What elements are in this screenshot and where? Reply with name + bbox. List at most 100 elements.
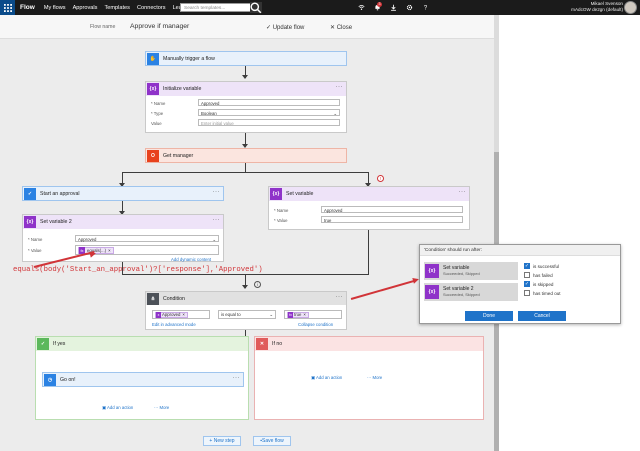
item-status: Succeeded, Skipped — [443, 292, 480, 297]
more-options-icon[interactable]: ··· — [336, 84, 344, 90]
variable-icon: {x} — [270, 188, 282, 200]
if-yes-branch: ✓ If yes ◷ Go on! ··· ▣ Add an action ··· … — [35, 336, 249, 420]
update-flow-button[interactable]: ✓ Update flow — [266, 24, 304, 31]
add-action-button[interactable]: ▣ Add an action — [311, 375, 342, 381]
dialog-title: 'Condition' should run after: — [420, 245, 620, 256]
clock-icon: ◷ — [44, 373, 56, 386]
run-after-item[interactable]: {x} Set variable Succeeded, Skipped — [424, 262, 518, 280]
name-label: * Name — [274, 208, 289, 213]
close-button[interactable]: ✕ Close — [330, 24, 352, 31]
set-variable-title: Set variable — [286, 191, 314, 197]
add-action-button[interactable]: ▣ Add an action — [102, 405, 133, 411]
value-field[interactable]: fx equals(...) × — [75, 245, 219, 255]
condition-left-field[interactable]: x Approved × — [152, 310, 210, 319]
flow-name-field[interactable]: Approve if manager — [130, 23, 189, 30]
start-approval-card[interactable]: ✓ Start an approval ··· — [22, 186, 224, 201]
operator-dropdown[interactable]: is equal to ⌄ — [218, 310, 276, 319]
option-has-timed-out[interactable]: has timed out — [524, 290, 561, 296]
function-icon: fx — [288, 311, 293, 318]
chevron-down-icon: ⌄ — [269, 311, 273, 317]
info-icon[interactable]: i — [254, 281, 261, 288]
option-has-failed[interactable]: has failed — [524, 272, 553, 278]
init-variable-title: Initialize variable — [163, 86, 202, 92]
more-options-icon[interactable]: ··· — [336, 294, 344, 300]
app-launcher-icon[interactable] — [0, 0, 15, 15]
option-is-successful[interactable]: ✓ is successful — [524, 263, 559, 269]
collapse-condition-link[interactable]: Collapse condition — [298, 322, 333, 327]
variable-icon: {x} — [425, 264, 439, 278]
variable-icon: {x} — [425, 285, 439, 299]
set-variable-2-card[interactable]: {x} Set variable 2 ··· * Name Approved ⌄ *… — [22, 214, 224, 262]
type-dropdown[interactable]: Boolean ⌄ — [198, 109, 340, 116]
more-options-icon[interactable]: ··· — [213, 217, 221, 223]
go-on-card[interactable]: ◷ Go on! ··· — [42, 372, 244, 387]
name-label: * Name — [28, 237, 43, 242]
more-options-icon[interactable]: ··· — [213, 189, 221, 195]
close-icon[interactable]: × — [108, 248, 111, 253]
hand-icon: ✋ — [147, 52, 159, 65]
cancel-button[interactable]: Cancel — [518, 311, 566, 321]
set-variable-2-title: Set variable 2 — [40, 219, 72, 225]
checkbox-icon[interactable] — [524, 272, 530, 278]
close-icon[interactable]: × — [182, 312, 185, 317]
wifi-icon[interactable] — [354, 0, 368, 15]
add-dynamic-content-link[interactable]: Add dynamic content — [171, 257, 211, 262]
help-icon[interactable]: ? — [418, 0, 432, 15]
checkbox-checked-icon[interactable]: ✓ — [524, 281, 530, 287]
value-label: * Value — [274, 218, 288, 223]
arrow-down-icon — [242, 285, 248, 289]
edit-advanced-mode-link[interactable]: Edit in advanced mode — [152, 322, 196, 327]
download-icon[interactable] — [386, 0, 400, 15]
initialize-variable-card[interactable]: {x} Initialize variable ··· * Name Approv… — [145, 81, 347, 133]
nav-templates[interactable]: Templates — [104, 5, 130, 11]
done-button[interactable]: Done — [465, 311, 513, 321]
user-info[interactable]: Mikael Svenson mAdcOW de2gn (default) — [523, 1, 623, 13]
get-manager-card[interactable]: O Get manager — [145, 148, 347, 163]
item-status: Succeeded, Skipped — [443, 271, 480, 276]
nav-my-flows[interactable]: My flows — [44, 5, 66, 11]
name-dropdown[interactable]: Approved ⌄ — [75, 235, 219, 242]
search-icon[interactable] — [250, 1, 262, 13]
close-icon[interactable]: × — [303, 312, 306, 317]
nav-connectors[interactable]: Connectors — [137, 5, 166, 11]
condition-right-field[interactable]: fx true × — [284, 310, 342, 319]
close-icon: ✕ — [330, 24, 337, 31]
type-label: * Type — [151, 111, 164, 116]
flow-name-label: Flow name — [90, 24, 116, 30]
value-field[interactable]: true — [321, 216, 463, 223]
name-dropdown[interactable]: Approved — [321, 206, 463, 213]
save-flow-button[interactable]: ▪ Save flow — [253, 436, 291, 446]
if-no-title: If no — [272, 341, 283, 347]
trigger-card[interactable]: ✋ Manually trigger a flow — [145, 51, 347, 66]
option-is-skipped[interactable]: ✓ is skipped — [524, 281, 553, 287]
more-options-icon[interactable]: ··· — [459, 189, 467, 195]
more-button[interactable]: ··· More — [154, 405, 169, 410]
more-button[interactable]: ··· More — [367, 375, 382, 380]
connector-line — [122, 172, 369, 173]
info-icon[interactable]: ! — [377, 175, 384, 182]
notification-badge: 3 — [377, 2, 382, 7]
new-step-button[interactable]: + New step — [203, 436, 241, 446]
checkbox-checked-icon[interactable]: ✓ — [524, 263, 530, 269]
if-no-branch: ✕ If no ▣ Add an action ··· More — [254, 336, 484, 420]
checkbox-icon[interactable] — [524, 290, 530, 296]
run-after-item[interactable]: {x} Set variable 2 Succeeded, Skipped — [424, 283, 518, 301]
if-yes-title: If yes — [53, 341, 66, 347]
variable-icon: {x} — [24, 216, 36, 228]
condition-card[interactable]: ⋔ Condition ··· x Approved × is equal to ⌄ f… — [145, 291, 347, 330]
set-variable-card[interactable]: {x} Set variable ··· * Name Approved * Va… — [268, 186, 470, 230]
get-manager-title: Get manager — [163, 152, 194, 159]
chevron-down-icon: ⌄ — [333, 110, 337, 116]
search-input[interactable]: Search templates... — [180, 3, 260, 12]
more-options-icon[interactable]: ··· — [233, 375, 241, 381]
brand-label[interactable]: Flow — [20, 4, 35, 11]
nav-approvals[interactable]: Approvals — [73, 5, 98, 11]
value-label: * Value — [28, 248, 42, 253]
value-field[interactable]: Enter initial value — [198, 119, 340, 126]
avatar[interactable] — [624, 1, 637, 14]
office-icon: O — [147, 149, 159, 162]
gear-icon[interactable] — [402, 0, 416, 15]
name-field[interactable]: Approved — [198, 99, 340, 106]
svg-text:?: ? — [423, 5, 427, 11]
expression-annotation: equals(body('Start_an_approval')?['respo… — [13, 266, 263, 274]
